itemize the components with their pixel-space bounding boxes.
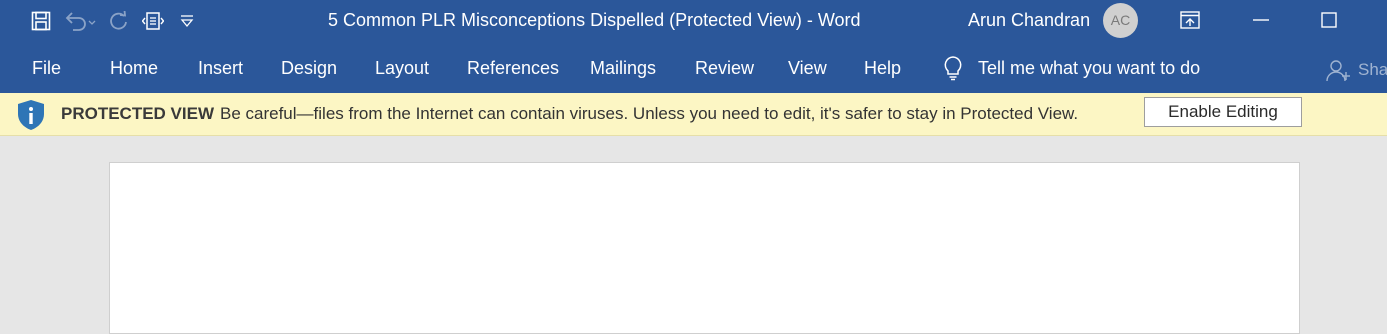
tell-me-label: Tell me what you want to do xyxy=(978,57,1201,78)
minimize-button[interactable] xyxy=(1238,0,1284,40)
redo-icon xyxy=(110,11,127,30)
redo-button[interactable] xyxy=(104,8,134,34)
customize-dropdown-icon xyxy=(180,15,194,28)
ribbon-display-options-button[interactable] xyxy=(1167,0,1213,40)
info-shield-icon xyxy=(18,100,44,130)
enable-editing-button[interactable]: Enable Editing xyxy=(1144,97,1302,127)
protected-view-message: Be careful—files from the Internet can c… xyxy=(220,104,1079,123)
avatar[interactable]: AC xyxy=(1103,3,1138,38)
tab-home[interactable]: Home xyxy=(110,42,158,93)
tab-review[interactable]: Review xyxy=(695,42,754,93)
tab-help[interactable]: Help xyxy=(864,42,901,93)
save-icon xyxy=(31,11,51,31)
minimize-icon xyxy=(1253,19,1269,21)
undo-icon xyxy=(65,12,96,31)
share-label: Sha xyxy=(1358,60,1387,79)
tab-layout[interactable]: Layout xyxy=(375,42,429,93)
window-title: 5 Common PLR Misconceptions Dispelled (P… xyxy=(328,10,861,30)
maximize-icon xyxy=(1321,12,1337,28)
protected-view-bar: PROTECTED VIEW Be careful—files from the… xyxy=(0,93,1387,136)
maximize-button[interactable] xyxy=(1306,0,1352,40)
tab-mailings[interactable]: Mailings xyxy=(590,42,656,93)
tab-insert[interactable]: Insert xyxy=(198,42,243,93)
protected-view-title: PROTECTED VIEW xyxy=(61,104,215,123)
document-page[interactable] xyxy=(109,162,1300,334)
tab-view[interactable]: View xyxy=(788,42,827,93)
undo-button[interactable] xyxy=(60,8,100,34)
touch-mode-icon xyxy=(142,12,164,30)
document-area xyxy=(0,136,1387,334)
share-button[interactable]: Sha xyxy=(1326,42,1387,93)
quick-access-toolbar xyxy=(26,8,206,34)
title-bar: 5 Common PLR Misconceptions Dispelled (P… xyxy=(0,0,1387,42)
tab-references[interactable]: References xyxy=(467,42,559,93)
tab-file[interactable]: File xyxy=(32,42,61,93)
customize-qat-button[interactable] xyxy=(172,8,202,34)
tab-design[interactable]: Design xyxy=(281,42,337,93)
person-add-icon xyxy=(1326,60,1350,82)
touch-mode-button[interactable] xyxy=(138,8,168,34)
user-name[interactable]: Arun Chandran xyxy=(968,0,1090,40)
lightbulb-icon xyxy=(944,56,962,81)
tell-me-search[interactable]: Tell me what you want to do xyxy=(942,42,1200,93)
ribbon-tabs: File Home Insert Design Layout Reference… xyxy=(0,42,1387,93)
ribbon-display-options-icon xyxy=(1180,11,1200,29)
save-button[interactable] xyxy=(26,8,56,34)
